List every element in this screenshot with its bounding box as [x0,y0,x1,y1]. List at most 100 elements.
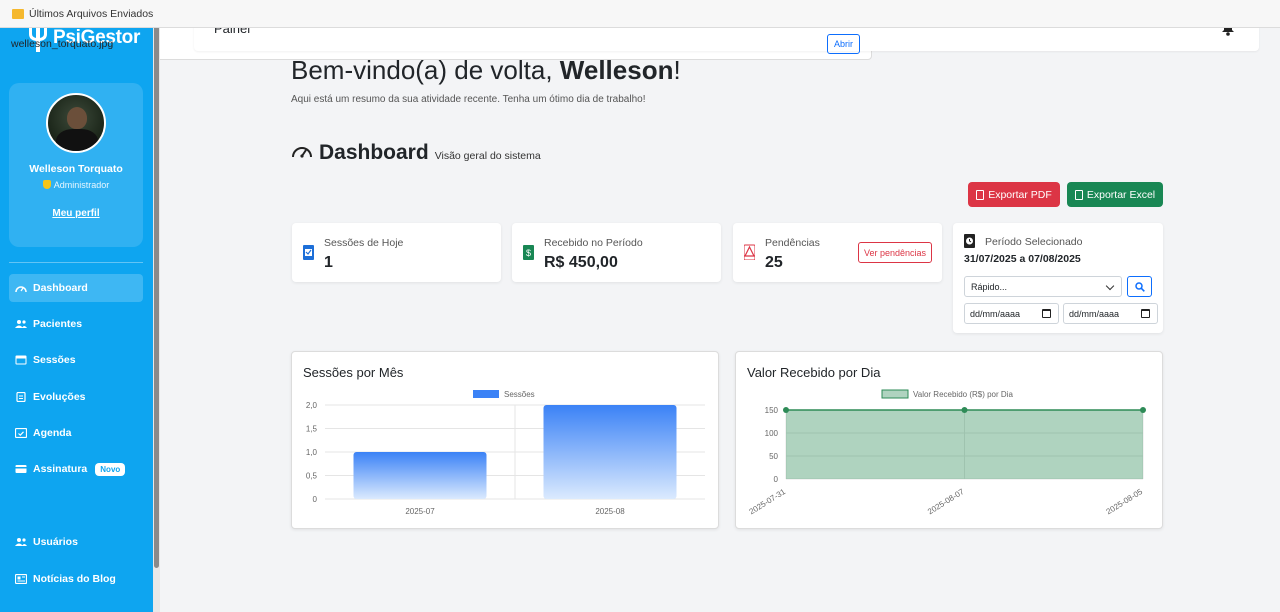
scrollbar-thumb[interactable] [154,0,159,568]
sidebar-item-evolucoes[interactable]: Evoluções [9,383,143,411]
data-point [1140,407,1146,413]
legend-swatch [881,389,909,399]
date-end-placeholder: dd/mm/aaaa [1069,308,1120,319]
stat-value: 1 [324,254,333,271]
profile-name: Welleson Torquato [29,163,123,175]
sidebar-item-label: Assinatura [33,463,88,475]
period-range: 31/07/2025 a 07/08/2025 [964,253,1081,265]
sidebar-item-label: Pacientes [33,318,83,330]
legend-swatch [473,390,499,398]
avatar [46,93,106,153]
data-point [783,407,789,413]
users-icon [15,538,27,546]
sidebar-item-dashboard[interactable]: Dashboard [9,274,143,302]
sidebar-item-label: Notícias do Blog [33,573,116,585]
received-area-chart: 0 50 100 150 2025-07-31 2025-08-07 2025-08-05 V… [748,389,1146,517]
stat-value: 25 [765,254,783,271]
sidebar-item-label: Usuários [33,536,78,548]
export-excel-label: Exportar Excel [1086,188,1156,201]
sidebar-item-usuarios[interactable]: Usuários [9,528,143,556]
sidebar-item-label: Evoluções [33,391,86,403]
recent-files-title: Últimos Arquivos Enviados [29,8,154,20]
sidebar-item-sessoes[interactable]: Sessões [9,346,143,374]
profile-role-label: Administrador [53,180,110,190]
stat-card-pending: Pendências 25 Ver pendências [733,223,942,282]
sidebar-item-assinatura[interactable]: Assinatura Novo [9,455,143,483]
y-tick-label: 50 [769,452,778,461]
view-pending-button[interactable]: Ver pendências [858,242,932,263]
legend-label: Sessões [504,390,535,399]
export-excel-button[interactable]: Exportar Excel [1067,182,1163,207]
date-start-placeholder: dd/mm/aaaa [970,308,1021,319]
open-file-button[interactable]: Abrir [827,34,860,54]
welcome-prefix: Bem-vindo(a) de volta, [291,55,553,85]
y-tick-label: 1,5 [306,425,318,434]
dashboard-title: Dashboard [319,141,429,164]
dashboard-heading: Dashboard Visão geral do sistema [291,141,541,165]
y-tick-label: 2,0 [306,401,318,410]
calendar-icon [1141,309,1150,318]
export-pdf-button[interactable]: Exportar PDF [968,182,1060,207]
quick-period-select[interactable]: Rápido... [964,276,1122,297]
stat-label: Recebido no Período [544,237,643,249]
sidebar-item-agenda[interactable]: Agenda [9,419,143,447]
calendar-check-icon [15,428,27,438]
new-badge: Novo [95,462,126,476]
file-excel-icon [1074,189,1083,200]
stat-card-sessions-today: Sessões de Hoje 1 [292,223,501,282]
sidebar-item-noticias[interactable]: Notícias do Blog [9,565,143,593]
area-fill [786,410,1143,479]
y-tick-label: 1,0 [306,448,318,457]
period-label: Período Selecionado [985,236,1083,248]
dashboard-subtitle: Visão geral do sistema [434,150,541,162]
my-profile-link[interactable]: Meu perfil [9,208,143,219]
x-tick-label: 2025-07-31 [748,487,788,517]
sidebar-item-pacientes[interactable]: Pacientes [9,310,143,338]
date-start-input[interactable]: dd/mm/aaaa [964,303,1059,324]
welcome-suffix: ! [673,55,681,85]
search-icon [1134,281,1145,292]
welcome-name: Welleson [559,55,674,85]
bar [543,405,677,499]
y-tick-label: 150 [765,406,779,415]
sidebar-divider [9,262,143,263]
period-card: Período Selecionado 31/07/2025 a 07/08/2… [953,223,1163,333]
export-pdf-label: Exportar PDF [988,188,1052,201]
warning-icon [744,244,755,260]
newspaper-icon [15,574,27,584]
recent-files-header: Últimos Arquivos Enviados [0,0,1280,28]
y-tick-label: 0 [774,475,779,484]
sessions-chart-card: Sessões por Mês 0 0,5 1,0 1,5 2,0 2025-07 2025… [291,351,719,529]
welcome-heading: Bem-vindo(a) de volta, Welleson! [291,55,681,86]
welcome-subtitle: Aqui está um resumo da sua atividade rec… [291,94,646,105]
stat-label: Pendências [765,237,820,249]
gauge-icon [292,147,312,158]
cash-icon: $ [523,245,534,260]
profile-role: Administrador [9,180,143,190]
users-icon [15,320,27,328]
bar [353,452,487,499]
sidebar-item-label: Sessões [33,354,76,366]
date-end-input[interactable]: dd/mm/aaaa [1063,303,1158,324]
calendar-icon [15,355,27,365]
received-chart-card: Valor Recebido por Dia 0 50 100 150 2025-07-… [735,351,1163,529]
search-period-button[interactable] [1127,276,1152,297]
quick-period-value: Rápido... [971,281,1008,292]
legend-label: Valor Recebido (R$) por Dia [913,390,1013,399]
shield-icon [42,180,51,189]
profile-card: Welleson Torquato Administrador Meu perf… [9,83,143,247]
sidebar-scrollbar[interactable] [153,0,160,612]
card-icon [15,465,27,473]
folder-icon [12,9,24,19]
sidebar-item-label: Dashboard [33,282,88,294]
stat-card-received: $ Recebido no Período R$ 450,00 [512,223,721,282]
x-tick-label: 2025-07 [405,507,435,516]
calendar-icon [303,245,314,260]
sidebar: PsiGestor Welleson Torquato Administrado… [0,0,153,612]
sessions-bar-chart: 0 0,5 1,0 1,5 2,0 2025-07 2025-08 Sessões [306,390,705,516]
x-tick-label: 2025-08 [595,507,625,516]
clock-icon [964,234,975,248]
calendar-icon [1042,309,1051,318]
y-tick-label: 100 [765,429,779,438]
svg-text:$: $ [526,248,531,258]
